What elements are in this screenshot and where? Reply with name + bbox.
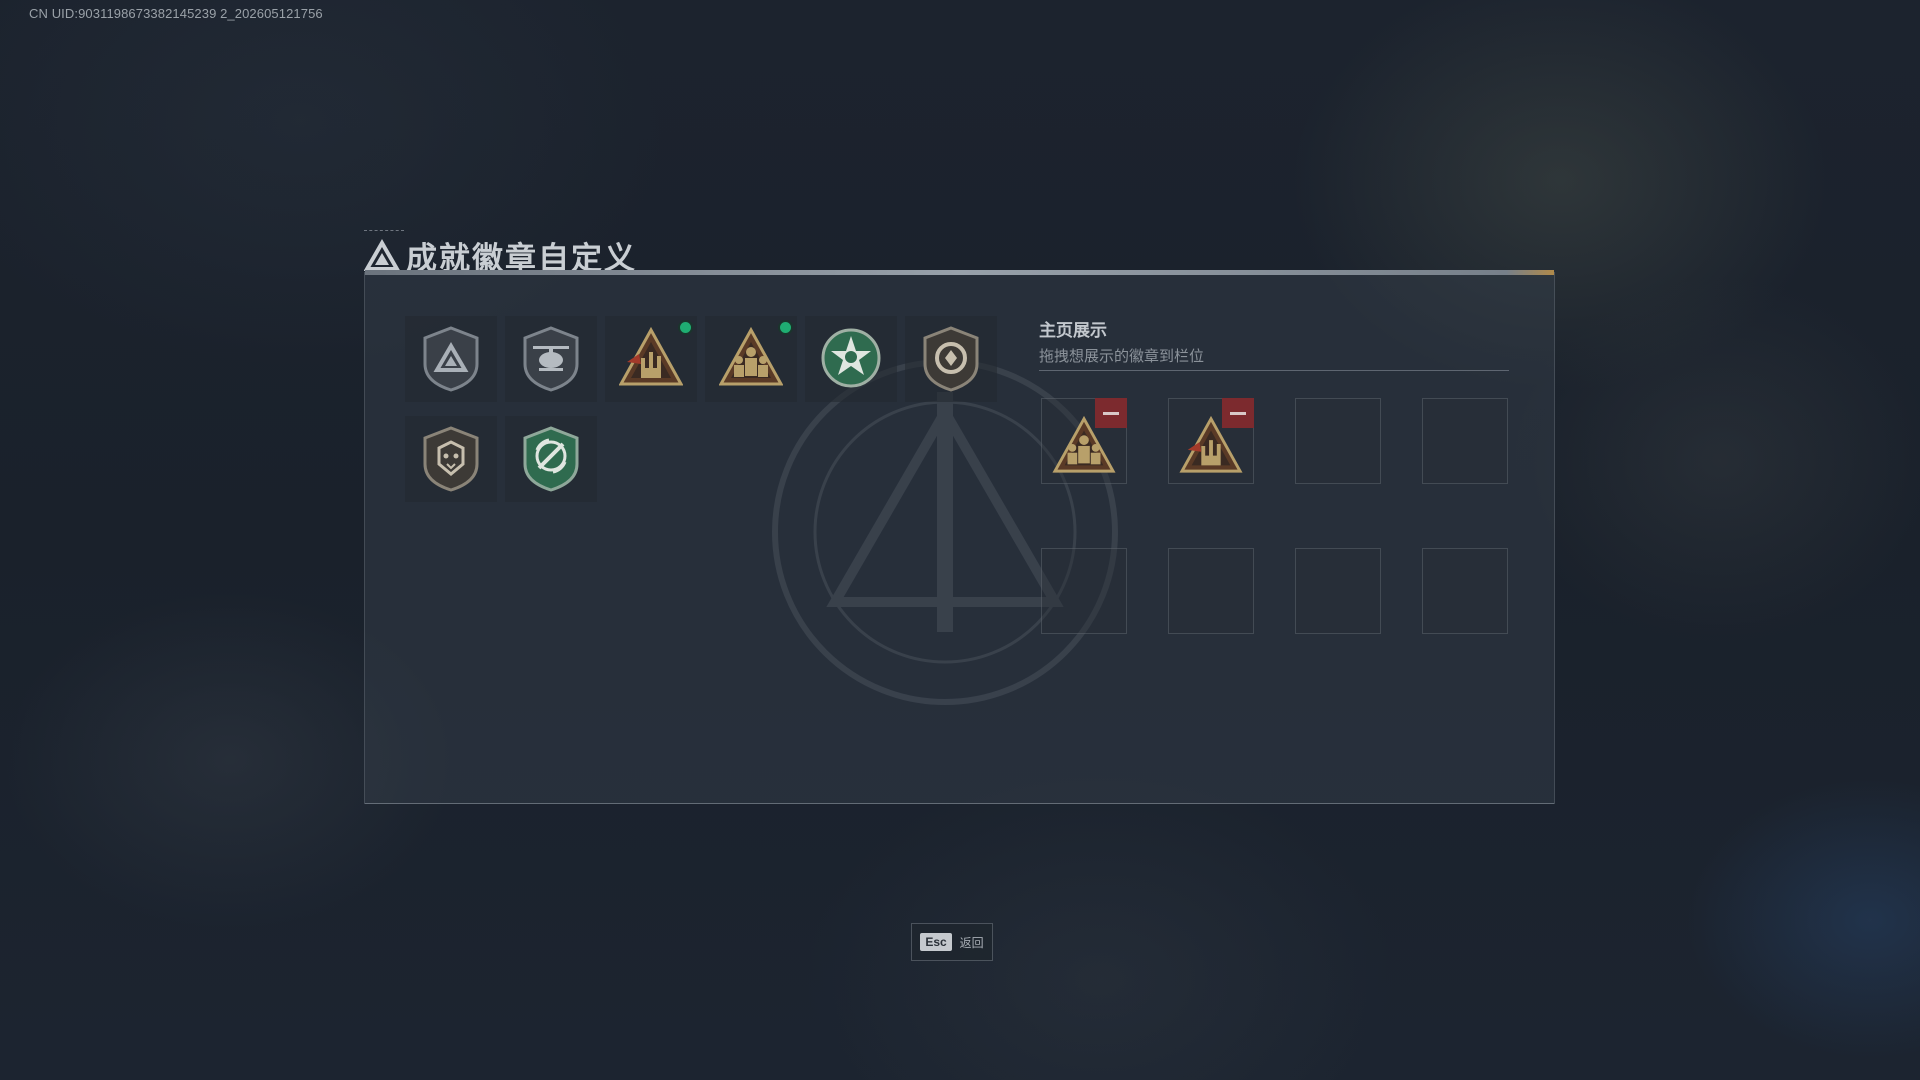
back-label: 返回	[959, 935, 984, 950]
showcase-slot-empty[interactable]	[1168, 548, 1254, 634]
minus-icon	[1103, 411, 1119, 415]
green-wreath-badge-icon	[523, 426, 579, 492]
title-decoration	[364, 230, 404, 234]
panel-bottom-line	[365, 803, 1554, 804]
homepage-showcase: 主页展示 拖拽想展示的徽章到栏位	[1039, 316, 1509, 634]
badge-item[interactable]	[405, 416, 497, 502]
equipped-indicator-icon	[680, 322, 691, 333]
lion-shield-badge-icon	[423, 426, 479, 492]
badge-item[interactable]	[605, 316, 697, 402]
equipped-indicator-icon	[780, 322, 791, 333]
game-background: CN UID:9031198673382145239 2_20260512175…	[0, 0, 1920, 1080]
showcase-title: 主页展示	[1039, 321, 1107, 341]
badge-item[interactable]	[505, 416, 597, 502]
panel-top-bar	[365, 270, 1554, 275]
badge-item[interactable]	[805, 316, 897, 402]
uid-watermark: CN UID:9031198673382145239 2_20260512175…	[29, 6, 323, 21]
showcase-slot-empty[interactable]	[1041, 548, 1127, 634]
showcase-subtitle: 拖拽想展示的徽章到栏位	[1039, 347, 1205, 365]
showcase-slot-filled[interactable]	[1168, 398, 1254, 484]
badge-item[interactable]	[705, 316, 797, 402]
showcase-slot-filled[interactable]	[1041, 398, 1127, 484]
esc-key-icon: Esc	[920, 933, 952, 951]
minus-icon	[1230, 411, 1246, 415]
remove-badge-button[interactable]	[1222, 398, 1254, 428]
triangle-shield-badge-icon	[423, 326, 479, 392]
showcase-slot-empty[interactable]	[1295, 548, 1381, 634]
team-triangle-badge-icon	[719, 326, 783, 386]
badge-item[interactable]	[505, 316, 597, 402]
badge-item[interactable]	[905, 316, 997, 402]
round-shield-badge-icon	[923, 326, 979, 392]
showcase-slot-empty[interactable]	[1295, 398, 1381, 484]
showcase-divider	[1039, 370, 1509, 371]
green-star-medal-badge-icon	[821, 328, 881, 388]
page-header: 成就徽章自定义	[364, 230, 637, 277]
showcase-slot-empty[interactable]	[1422, 398, 1508, 484]
showcase-slot-empty[interactable]	[1422, 548, 1508, 634]
remove-badge-button[interactable]	[1095, 398, 1127, 428]
badge-item[interactable]	[405, 316, 497, 402]
rock-hand-triangle-badge-icon	[619, 326, 683, 386]
badge-customize-panel: 主页展示 拖拽想展示的徽章到栏位	[364, 270, 1555, 804]
back-button[interactable]: Esc 返回	[911, 923, 993, 961]
triangle-logo-icon	[364, 238, 400, 271]
helicopter-shield-badge-icon	[523, 326, 579, 392]
